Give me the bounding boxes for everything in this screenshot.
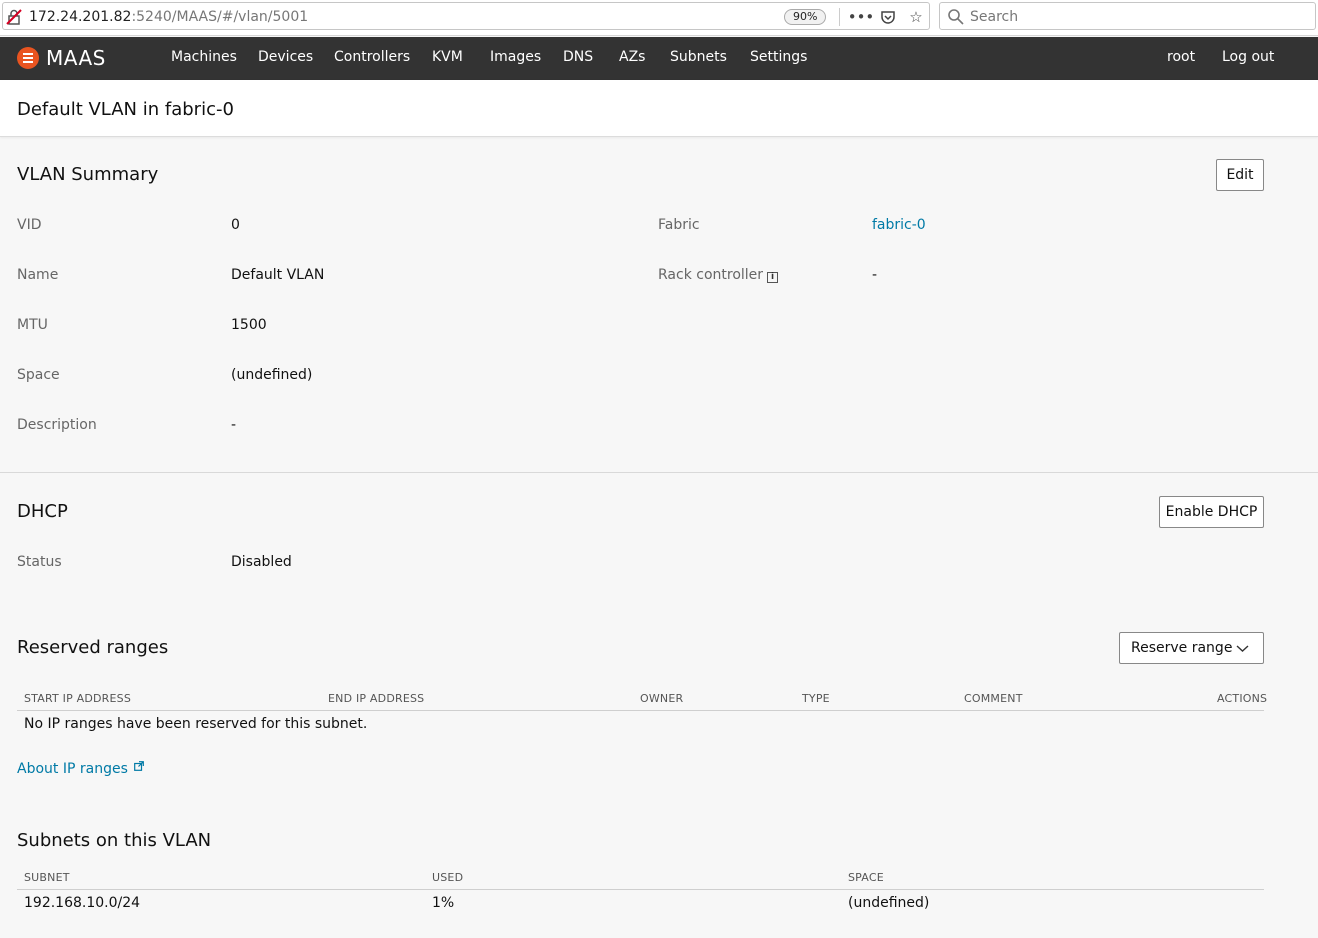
dhcp-title: DHCP — [17, 501, 68, 522]
edit-button[interactable]: Edit — [1216, 159, 1264, 191]
description-value: - — [231, 417, 237, 433]
pocket-icon[interactable] — [878, 8, 898, 26]
rack-controller-label-text: Rack controller — [658, 267, 764, 283]
col-owner[interactable]: OWNER — [640, 692, 683, 705]
logout-link[interactable]: Log out — [1222, 49, 1274, 65]
description-label: Description — [17, 417, 97, 433]
search-placeholder: Search — [970, 9, 1019, 25]
col-space[interactable]: SPACE — [848, 871, 884, 884]
reserve-range-label: Reserve range — [1131, 640, 1233, 656]
fabric-link[interactable]: fabric-0 — [872, 217, 926, 233]
enable-dhcp-button[interactable]: Enable DHCP — [1159, 496, 1264, 528]
nav-item-machines[interactable]: Machines — [171, 49, 237, 65]
nav-item-azs[interactable]: AZs — [619, 49, 645, 65]
col-used[interactable]: USED — [432, 871, 463, 884]
page-actions-icon[interactable]: ••• — [848, 8, 875, 26]
empty-ranges-message: No IP ranges have been reserved for this… — [24, 716, 368, 732]
main-navigation: MAAS Machines Devices Controllers KVM Im… — [0, 37, 1318, 80]
table-header-divider — [17, 710, 1264, 711]
vlan-summary-title: VLAN Summary — [17, 164, 159, 185]
subnet-space-link[interactable]: (undefined) — [848, 895, 929, 911]
subnet-used-value: 1% — [432, 895, 455, 911]
nav-item-subnets[interactable]: Subnets — [670, 49, 727, 65]
space-label: Space — [17, 367, 60, 383]
col-end-ip[interactable]: END IP ADDRESS — [328, 692, 424, 705]
info-icon[interactable]: i — [767, 272, 779, 283]
dhcp-status-label: Status — [17, 554, 62, 570]
browser-search-input[interactable]: Search — [939, 2, 1316, 30]
mtu-value: 1500 — [231, 317, 267, 333]
section-divider — [0, 472, 1318, 473]
nav-item-dns[interactable]: DNS — [563, 49, 593, 65]
about-ip-ranges-link[interactable]: About IP ranges — [17, 761, 145, 777]
url-path: :5240/MAAS/#/vlan/5001 — [131, 9, 309, 25]
search-icon — [948, 9, 964, 25]
about-ip-ranges-text: About IP ranges — [17, 761, 128, 777]
space-value: (undefined) — [231, 367, 313, 383]
rack-controller-label: Rack controller i — [658, 267, 779, 283]
rack-controller-value: - — [872, 267, 878, 283]
col-subnet[interactable]: SUBNET — [24, 871, 70, 884]
nav-item-controllers[interactable]: Controllers — [334, 49, 410, 65]
col-comment[interactable]: COMMENT — [964, 692, 1023, 705]
nav-item-settings[interactable]: Settings — [750, 49, 807, 65]
zoom-level-badge[interactable]: 90% — [784, 9, 827, 25]
nav-item-kvm[interactable]: KVM — [432, 49, 463, 65]
name-value: Default VLAN — [231, 267, 325, 283]
url-bar[interactable]: 172.24.201.82:5240/MAAS/#/vlan/5001 90% … — [2, 2, 930, 30]
pocket-icon-shape — [881, 11, 895, 24]
vid-value: 0 — [231, 217, 240, 233]
nav-item-devices[interactable]: Devices — [258, 49, 313, 65]
subnets-title: Subnets on this VLAN — [17, 830, 212, 851]
chevron-down-icon — [1236, 645, 1249, 652]
subnets-header-divider — [17, 889, 1264, 890]
page-title: Default VLAN in fabric-0 — [17, 99, 234, 120]
col-start-ip[interactable]: START IP ADDRESS — [24, 692, 131, 705]
url-host: 172.24.201.82 — [29, 9, 132, 25]
nav-user[interactable]: root — [1167, 49, 1195, 65]
bookmark-star-icon[interactable]: ☆ — [906, 8, 926, 26]
mtu-label: MTU — [17, 317, 48, 333]
url-text[interactable]: 172.24.201.82:5240/MAAS/#/vlan/5001 — [29, 9, 308, 25]
name-label: Name — [17, 267, 59, 283]
insecure-lock-icon — [6, 9, 22, 25]
reserved-ranges-title: Reserved ranges — [17, 637, 169, 658]
maas-logo-icon[interactable] — [17, 47, 39, 69]
page-header: Default VLAN in fabric-0 — [0, 80, 1318, 137]
brand-name[interactable]: MAAS — [46, 46, 106, 70]
dhcp-status-value: Disabled — [231, 554, 292, 570]
col-type[interactable]: TYPE — [802, 692, 830, 705]
nav-item-images[interactable]: Images — [490, 49, 541, 65]
col-actions: ACTIONS — [1217, 692, 1268, 705]
vid-label: VID — [17, 217, 42, 233]
reserve-range-dropdown[interactable]: Reserve range — [1119, 632, 1264, 664]
external-link-icon — [134, 761, 145, 771]
url-separator — [839, 8, 840, 26]
fabric-label: Fabric — [658, 217, 700, 233]
subnet-link[interactable]: 192.168.10.0/24 — [24, 895, 140, 911]
browser-toolbar: 172.24.201.82:5240/MAAS/#/vlan/5001 90% … — [0, 0, 1318, 36]
